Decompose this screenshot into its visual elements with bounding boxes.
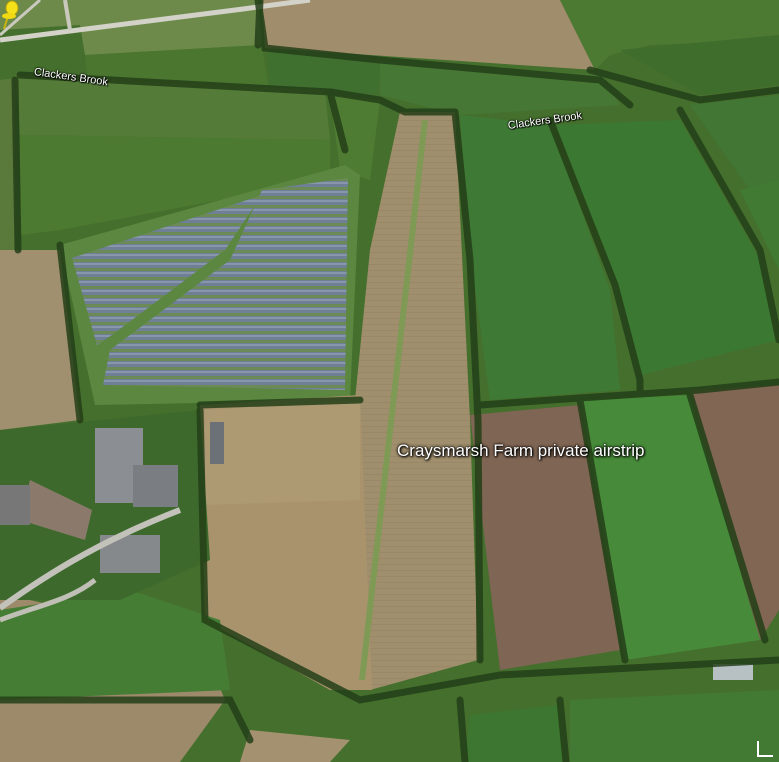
yellow-pushpin-icon[interactable]: [0, 0, 22, 30]
field: [570, 690, 779, 762]
satellite-imagery: [0, 0, 779, 762]
farm-building: [133, 465, 178, 507]
scale-indicator: [757, 741, 773, 757]
farm-building: [210, 422, 224, 464]
farm-building: [0, 485, 30, 525]
placemark-label[interactable]: Craysmarsh Farm private airstrip: [397, 441, 645, 461]
field-south-upper: [205, 400, 360, 505]
satellite-map[interactable]: Clackers Brook Clackers Brook Craysmarsh…: [0, 0, 779, 762]
